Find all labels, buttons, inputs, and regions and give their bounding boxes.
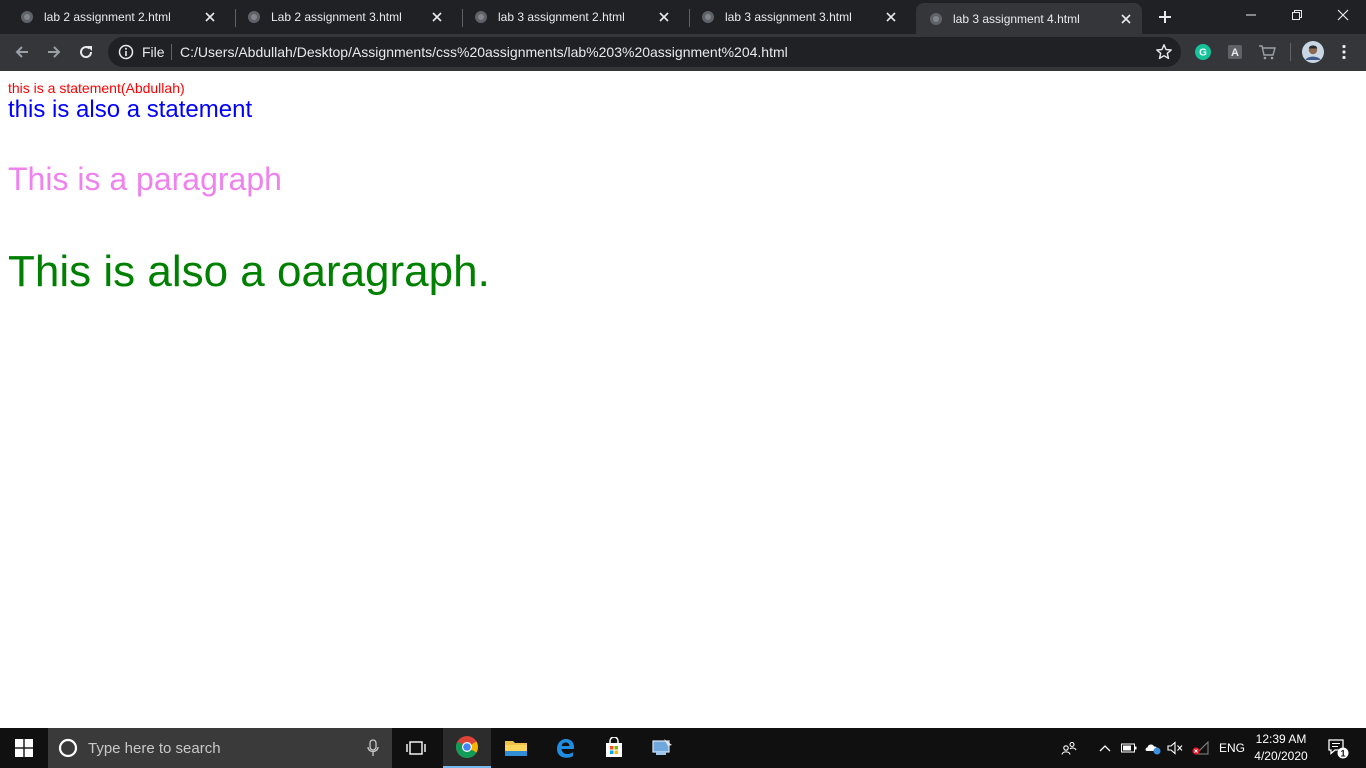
address-bar[interactable]: File C:/Users/Abdullah/Desktop/Assignmen… [108, 37, 1181, 67]
tab-3[interactable]: lab 3 assignment 2.html [454, 0, 680, 34]
battery-button[interactable] [1119, 728, 1139, 768]
minimize-button[interactable] [1228, 0, 1274, 30]
tab-title: Lab 2 assignment 3.html [271, 10, 402, 24]
translate-extension-button[interactable]: A [1226, 43, 1244, 61]
tab-title: lab 3 assignment 2.html [498, 10, 625, 24]
chrome-icon [456, 736, 478, 758]
edge-icon [557, 739, 574, 758]
arrow-left-icon [15, 46, 28, 58]
browser-menu-button[interactable] [1336, 40, 1352, 64]
svg-text:A: A [1231, 47, 1239, 59]
clock-date: 4/20/2020 [1254, 749, 1308, 763]
arrow-right-icon [48, 46, 61, 58]
globe-icon [702, 11, 714, 23]
tab-title: lab 2 assignment 2.html [44, 10, 171, 24]
globe-icon [248, 11, 260, 23]
close-window-button[interactable] [1320, 0, 1366, 30]
taskbar-search-box[interactable]: Type here to search [48, 728, 392, 768]
kebab-menu-icon [1342, 44, 1346, 60]
tab-title: lab 3 assignment 4.html [953, 11, 1080, 26]
back-button[interactable] [8, 38, 36, 66]
close-tab-icon[interactable] [429, 9, 445, 25]
task-view-icon [406, 741, 426, 755]
info-icon[interactable] [118, 44, 134, 60]
omnibox-divider [171, 44, 172, 60]
close-icon [1337, 9, 1349, 21]
notification-count: 1 [1340, 748, 1345, 758]
grammarly-icon: G [1195, 44, 1211, 60]
restore-icon [1292, 10, 1302, 20]
clock-time: 12:39 AM [1255, 732, 1307, 746]
restore-button[interactable] [1274, 0, 1320, 30]
tab-2[interactable]: Lab 2 assignment 3.html [227, 0, 453, 34]
globe-icon [21, 11, 33, 23]
statement-small: this is a statement(Abdullah) [8, 80, 185, 96]
task-view-button[interactable] [392, 728, 440, 768]
new-tab-button[interactable] [1154, 6, 1176, 28]
svg-text:G: G [1199, 48, 1207, 59]
toolbar-divider [1290, 43, 1291, 61]
grammarly-extension-button[interactable]: G [1194, 43, 1212, 61]
tab-1[interactable]: lab 2 assignment 2.html [0, 0, 226, 34]
tab-strip: lab 2 assignment 2.html Lab 2 assignment… [0, 0, 1366, 34]
microphone-icon[interactable] [366, 739, 380, 757]
chevron-up-icon [1099, 745, 1111, 752]
close-tab-icon[interactable] [883, 9, 899, 25]
avatar [1302, 41, 1324, 63]
edge-button[interactable] [541, 728, 589, 768]
store-icon [606, 737, 622, 757]
bookmark-star-icon[interactable] [1155, 43, 1173, 61]
wifi-no-internet-icon [1192, 741, 1209, 755]
browser-toolbar: File C:/Users/Abdullah/Desktop/Assignmen… [0, 34, 1366, 71]
people-icon [1061, 741, 1077, 755]
cortana-circle-icon [58, 738, 78, 758]
globe-icon [930, 12, 942, 25]
battery-icon [1121, 743, 1137, 753]
onedrive-sync-icon [1145, 744, 1161, 755]
reload-icon [80, 46, 93, 59]
close-tab-icon[interactable] [656, 9, 672, 25]
windows-taskbar: Type here to search ENG 12:39 AM 4/20/20… [0, 728, 1366, 768]
profile-avatar-button[interactable] [1301, 40, 1325, 64]
network-app-icon [652, 739, 672, 755]
language-indicator[interactable]: ENG [1219, 741, 1245, 755]
show-hidden-icons-button[interactable] [1096, 728, 1114, 768]
volume-muted-icon [1167, 741, 1183, 755]
network-app-button[interactable] [638, 728, 686, 768]
globe-icon [475, 11, 487, 23]
notification-icon: 1 [1328, 739, 1349, 759]
clock[interactable]: 12:39 AM 4/20/2020 [1248, 731, 1314, 765]
paragraph-violet: This is a paragraph [8, 161, 282, 197]
site-scheme-label: File [142, 44, 165, 60]
paragraph-green: This is also a oaragraph. [8, 247, 490, 296]
chrome-taskbar-button[interactable] [443, 728, 491, 768]
cart-icon [1259, 45, 1276, 60]
tab-4[interactable]: lab 3 assignment 3.html [681, 0, 907, 34]
forward-button[interactable] [40, 38, 68, 66]
close-tab-icon[interactable] [202, 9, 218, 25]
start-button[interactable] [0, 728, 48, 768]
volume-button[interactable] [1165, 728, 1185, 768]
search-placeholder: Type here to search [88, 740, 221, 757]
onedrive-button[interactable] [1142, 728, 1164, 768]
tab-title: lab 3 assignment 3.html [725, 10, 852, 24]
cart-extension-button[interactable] [1258, 43, 1276, 61]
file-explorer-icon [505, 741, 527, 756]
action-center-button[interactable]: 1 [1318, 728, 1358, 768]
close-tab-icon[interactable] [1118, 11, 1134, 27]
url-text[interactable]: C:/Users/Abdullah/Desktop/Assignments/cs… [180, 44, 788, 60]
people-button[interactable] [1058, 728, 1080, 768]
reload-button[interactable] [72, 38, 100, 66]
translate-icon: A [1228, 45, 1242, 59]
network-status-button[interactable] [1189, 728, 1211, 768]
statement-large: this is also a statement [8, 96, 253, 123]
file-explorer-button[interactable] [492, 728, 540, 768]
web-page-content: this is a statement(Abdullah) this is al… [0, 71, 1366, 728]
minimize-icon [1246, 14, 1256, 16]
plus-icon [1159, 11, 1171, 23]
windows-logo-icon [15, 739, 33, 757]
tab-5-active[interactable]: lab 3 assignment 4.html [916, 3, 1142, 34]
store-button[interactable] [590, 728, 638, 768]
